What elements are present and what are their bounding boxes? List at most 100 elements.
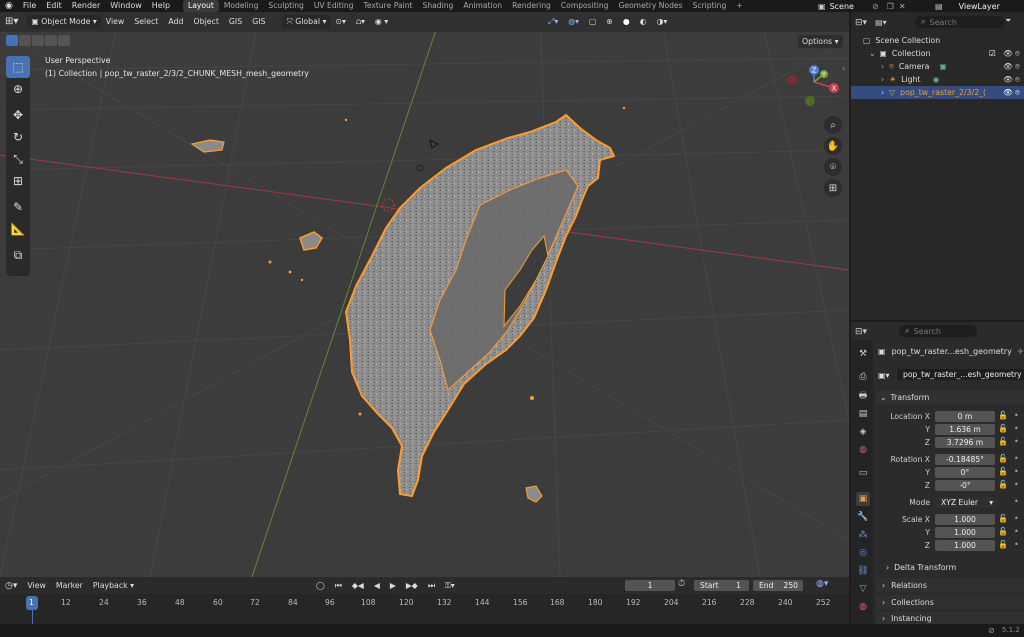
transform-tool-icon[interactable]: ⊞ (6, 170, 30, 192)
material-tab-icon[interactable]: ◍ (856, 600, 870, 614)
next-keyframe-icon[interactable]: ▶◆ (400, 578, 423, 593)
options-dropdown[interactable]: Options ▾ (798, 35, 843, 48)
outliner-item-light[interactable]: › ☀ Light ◉ 👁 ⌾ (851, 73, 1024, 86)
3d-cursor[interactable] (381, 198, 395, 212)
funnel-filter-icon[interactable]: ⏷ (1005, 16, 1011, 26)
timeline-menu-playback[interactable]: Playback ▾ (88, 579, 139, 593)
scale-tool-icon[interactable]: ⤡ (6, 148, 30, 170)
proportional-edit-icon[interactable]: ◉ ▾ (370, 15, 393, 29)
lock-icon[interactable]: 🔓 (998, 527, 1008, 536)
render-tab-icon[interactable]: ⎙ (856, 370, 870, 384)
view-layer-tab-icon[interactable]: ▤ (856, 407, 870, 421)
collapse-arrow-icon[interactable]: ⌄ (869, 49, 876, 58)
snap-icon[interactable]: ⩍▾ (351, 15, 370, 29)
menu-gis[interactable]: GIS (224, 15, 247, 29)
keyframe-dot-icon[interactable]: • (1014, 437, 1019, 446)
render-camera-icon[interactable]: ⌾ (1015, 62, 1020, 72)
keyframe-dot-icon[interactable]: • (1014, 540, 1019, 549)
light-object[interactable] (416, 164, 424, 172)
scale-y-field[interactable]: 1.000 (935, 527, 995, 538)
current-frame-field[interactable]: 1 (625, 580, 675, 591)
tab-compositing[interactable]: Compositing (556, 0, 614, 12)
selected-mesh-object[interactable] (190, 106, 626, 503)
keying-icon[interactable]: ⚿▾ (440, 579, 460, 593)
scene-collection-row[interactable]: ▢ Scene Collection (851, 34, 1024, 47)
rotate-tool-icon[interactable]: ↻ (6, 126, 30, 148)
orientation-dropdown[interactable]: ⤧ Global ▾ (282, 15, 331, 29)
rotation-mode-dropdown[interactable]: XYZ Euler ▾ (935, 497, 997, 508)
zoom-icon[interactable]: ⌕ (824, 116, 842, 134)
play-icon[interactable]: ▶ (384, 578, 401, 593)
prev-keyframe-icon[interactable]: ◆◀ (346, 578, 369, 593)
expand-arrow-icon[interactable]: › (881, 75, 884, 84)
lock-icon[interactable]: 🔓 (998, 454, 1008, 463)
blender-logo-icon[interactable]: ◉ (0, 0, 18, 12)
menu-render[interactable]: Render (67, 0, 105, 12)
object-name-field[interactable]: pop_tw_raster_...esh_geometry (897, 369, 1024, 380)
jump-start-icon[interactable]: ⏮ (329, 578, 347, 593)
data-tab-icon[interactable]: ▽ (856, 582, 870, 596)
record-icon[interactable]: ◯ (311, 579, 330, 593)
keyframe-dot-icon[interactable]: • (1014, 497, 1019, 506)
tab-scripting[interactable]: Scripting (688, 0, 732, 12)
location-y-field[interactable]: 1.636 m (935, 424, 995, 435)
overlay-toggle-icon[interactable]: ◍▾ (563, 15, 584, 29)
timeline-body[interactable]: 1 12 24 36 48 60 72 84 96 108 120 132 14… (0, 594, 849, 624)
ortho-grid-icon[interactable]: ⊞ (824, 179, 842, 197)
camera-object[interactable] (429, 139, 439, 149)
select-subtract-icon[interactable] (32, 35, 44, 46)
checkbox-icon[interactable]: ☑ (989, 49, 996, 58)
lock-icon[interactable]: 🔓 (998, 540, 1008, 549)
properties-editor-icon[interactable]: ⊟▾ (855, 327, 867, 337)
3d-viewport[interactable] (0, 12, 849, 577)
keyframe-dot-icon[interactable]: • (1014, 454, 1019, 463)
keyframe-dot-icon[interactable]: • (1014, 467, 1019, 476)
expand-arrow-icon[interactable]: › (881, 62, 884, 71)
timeline-menu-marker[interactable]: Marker (51, 579, 88, 593)
lock-icon[interactable]: 🔓 (998, 514, 1008, 523)
play-reverse-icon[interactable]: ◀ (368, 578, 385, 593)
tool-tab-icon[interactable]: ⚒ (856, 347, 870, 361)
select-box-tool-icon[interactable]: ⬚ (6, 56, 30, 78)
cursor-tool-icon[interactable]: ⊕ (6, 78, 30, 100)
collection-tab-icon[interactable]: ▭ (856, 466, 870, 480)
tab-rendering[interactable]: Rendering (507, 0, 556, 12)
location-z-field[interactable]: 3.7296 m (935, 437, 995, 448)
timeline-editor-icon[interactable]: ◷▾ (0, 579, 22, 593)
keyframe-dot-icon[interactable]: • (1014, 480, 1019, 489)
gizmo-toggle-icon[interactable]: ⤢▾ (543, 15, 563, 29)
lock-icon[interactable]: 🔓 (998, 424, 1008, 433)
lock-icon[interactable]: 🔓 (998, 411, 1008, 420)
measure-tool-icon[interactable]: 📐 (6, 218, 30, 240)
lock-icon[interactable]: 🔓 (998, 480, 1008, 489)
menu-help[interactable]: Help (147, 0, 175, 12)
menu-gis-2[interactable]: GIS (247, 15, 270, 29)
pin-icon[interactable]: ⊘ (872, 2, 879, 11)
delta-transform-panel-header[interactable]: › Delta Transform (886, 560, 1024, 574)
output-tab-icon[interactable]: 🖶 (856, 389, 870, 403)
new-scene-icon[interactable]: ❐ (887, 2, 894, 11)
visibility-eye-icon[interactable]: 👁 (1003, 62, 1013, 71)
menu-object[interactable]: Object (188, 15, 223, 29)
expand-arrow-icon[interactable]: › (881, 88, 884, 97)
outliner-item-camera[interactable]: › ⌾ Camera ▣ 👁 ⌾ (851, 60, 1024, 73)
select-new-icon[interactable] (6, 35, 18, 46)
render-camera-icon[interactable]: ⌾ (1015, 49, 1020, 59)
physics-tab-icon[interactable]: ◎ (856, 546, 870, 560)
transform-panel-header[interactable]: ⌄ Transform (876, 390, 1024, 404)
object-datablock[interactable]: ▣▾ (878, 369, 892, 381)
shading-rendered-icon[interactable]: ◑▾ (652, 15, 673, 29)
timeline-menu-view[interactable]: View (22, 579, 51, 593)
keyframe-dot-icon[interactable]: • (1014, 527, 1019, 536)
pin-icon[interactable]: ✈ (1017, 347, 1024, 356)
location-x-field[interactable]: 0 m (935, 411, 995, 422)
keyframe-dot-icon[interactable]: • (1014, 514, 1019, 523)
menu-edit[interactable]: Edit (41, 0, 67, 12)
scale-x-field[interactable]: 1.000 (935, 514, 995, 525)
editor-type-icon[interactable]: ⊞▾ (0, 15, 23, 29)
tab-shading[interactable]: Shading (418, 0, 459, 12)
menu-window[interactable]: Window (105, 0, 147, 12)
select-invert-icon[interactable] (45, 35, 57, 46)
instancing-panel-header[interactable]: › Instancing (876, 612, 1024, 624)
render-camera-icon[interactable]: ⌾ (1015, 88, 1020, 98)
